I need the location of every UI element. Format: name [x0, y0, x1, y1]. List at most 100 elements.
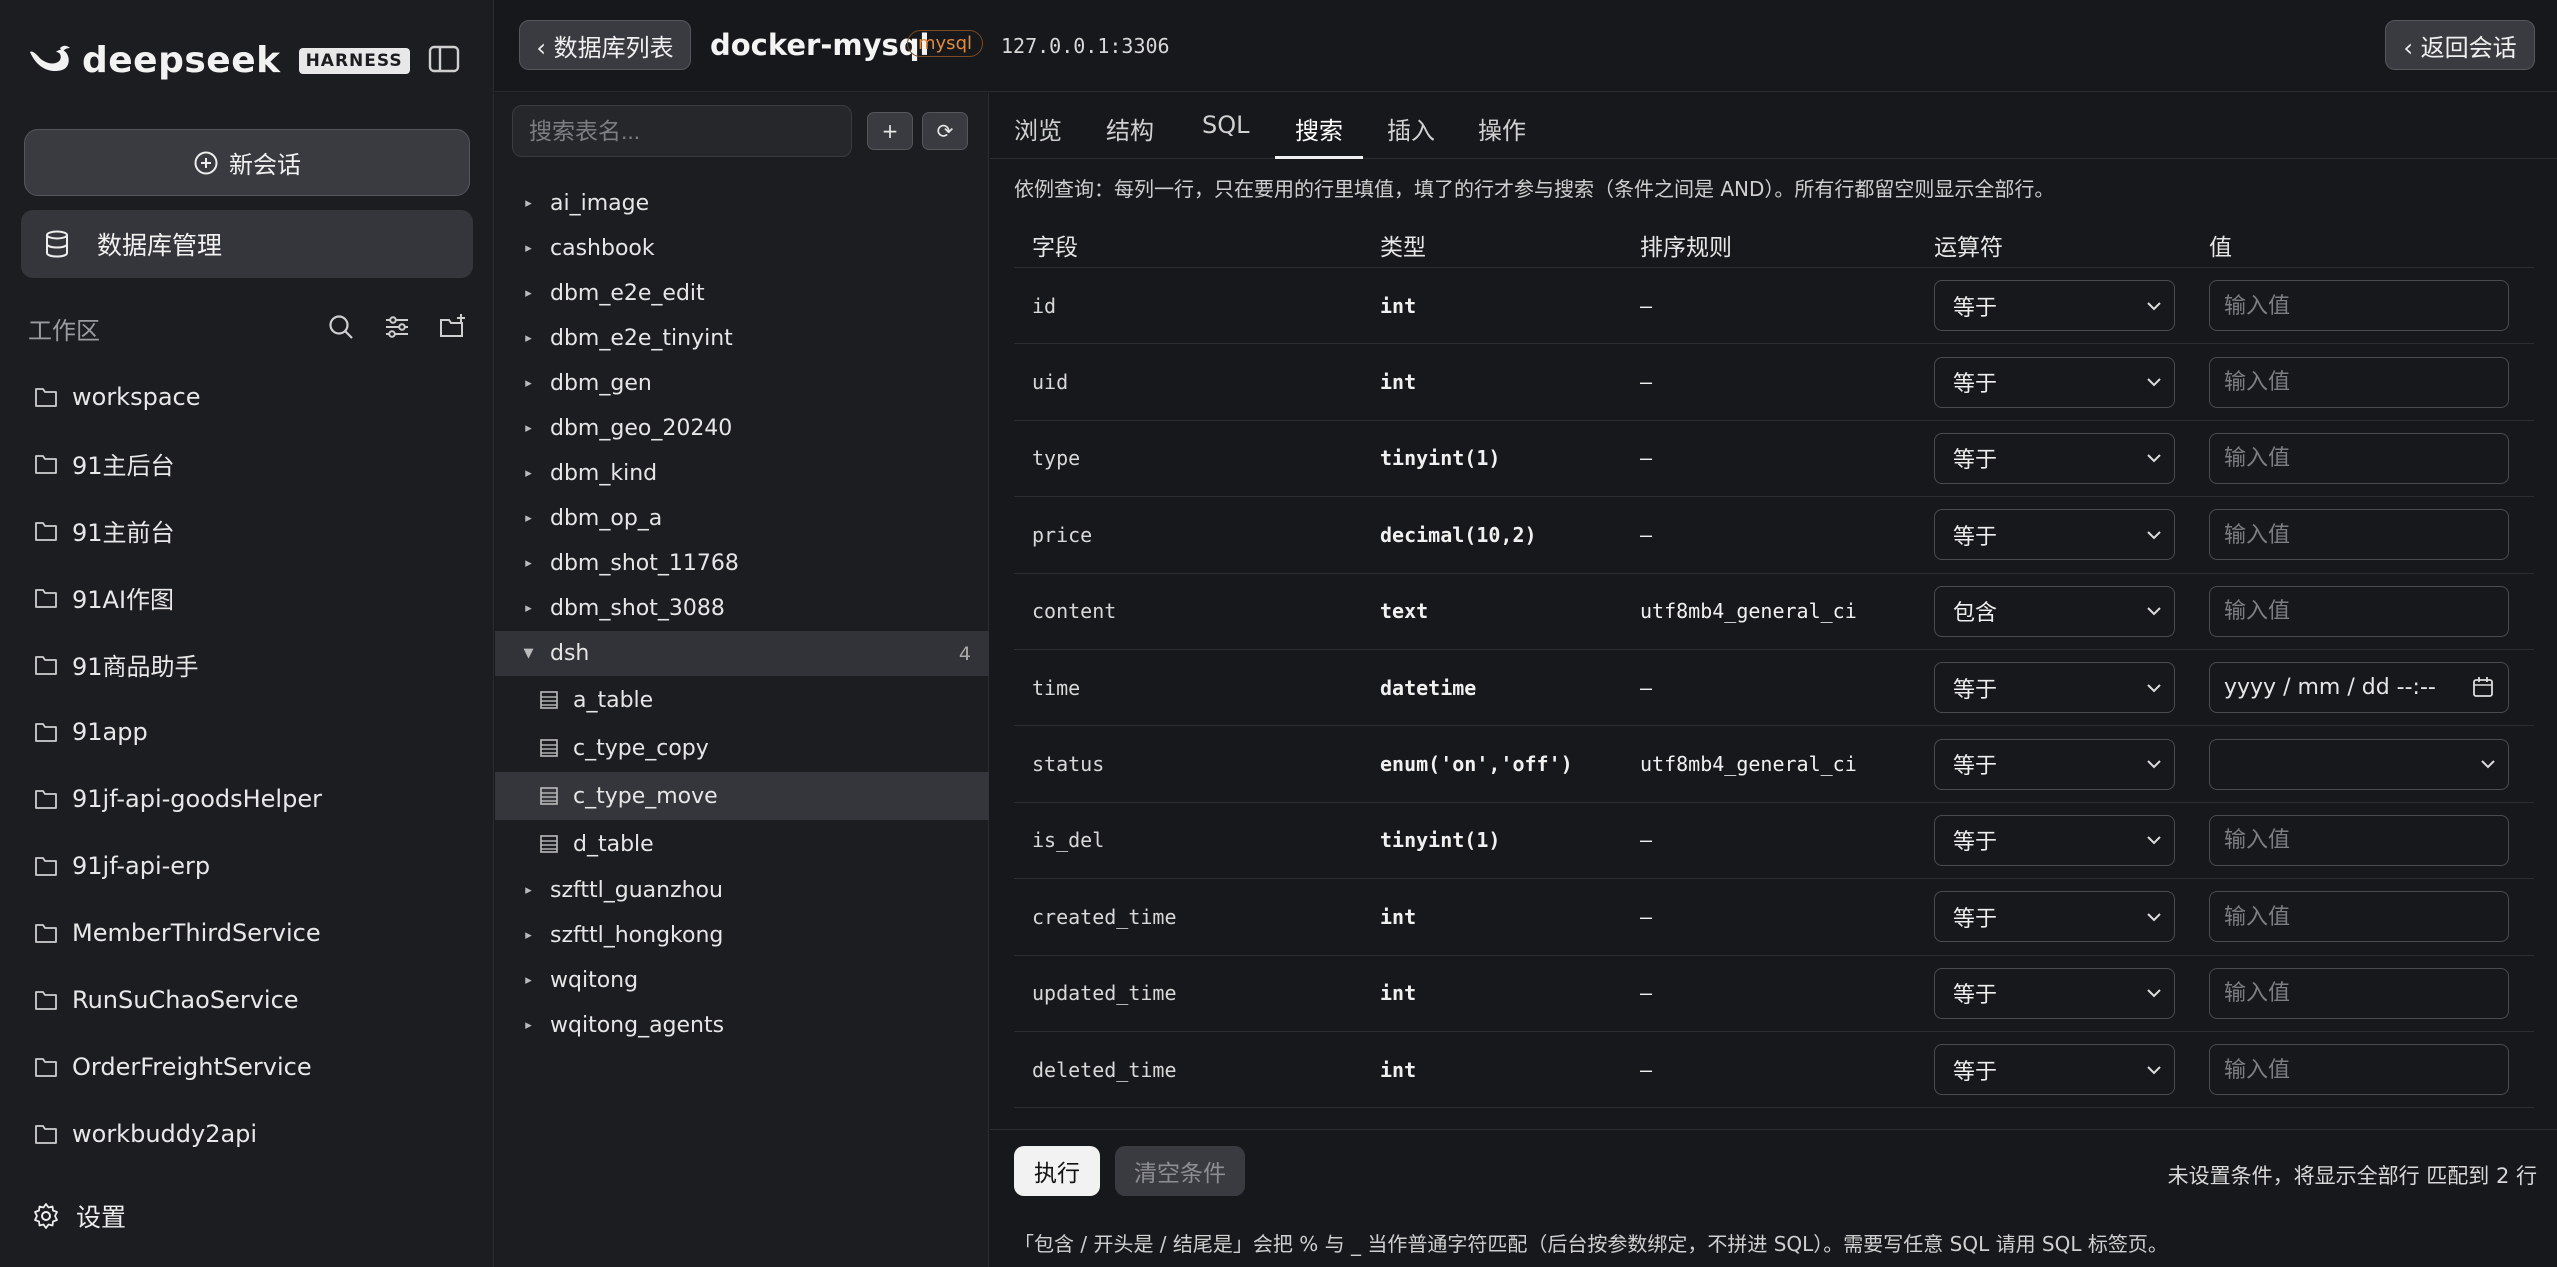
workspace-item[interactable]: OrderFreightService [34, 1033, 322, 1100]
tab-3[interactable]: 搜索 [1275, 111, 1363, 159]
table-item[interactable]: c_type_copy [495, 724, 989, 772]
table-search-input[interactable] [512, 105, 852, 157]
calendar-icon[interactable] [2472, 676, 2494, 698]
database-item[interactable]: ▸ ai_image [495, 181, 989, 226]
value-input[interactable] [2209, 280, 2509, 332]
database-item[interactable]: ▸ szfttl_hongkong [495, 913, 989, 958]
logo-badge: HARNESS [298, 47, 410, 74]
caret-right-icon[interactable]: ▸ [495, 883, 550, 898]
operator-select[interactable]: 等于 [1934, 356, 2175, 408]
sidebar-toggle-icon[interactable] [428, 44, 460, 74]
workspace-item[interactable]: 91商品助手 [34, 631, 322, 698]
search-footnote: 「包含 / 开头是 / 结尾是」会把 % 与 _ 当作普通字符匹配（后台按参数绑… [1014, 1232, 2168, 1256]
caret-right-icon[interactable]: ▸ [495, 511, 550, 526]
value-input[interactable] [2209, 967, 2509, 1019]
value-input[interactable] [2209, 356, 2509, 408]
caret-right-icon[interactable]: ▸ [495, 601, 550, 616]
caret-right-icon[interactable]: ▸ [495, 286, 550, 301]
database-item[interactable]: ▸ dbm_gen [495, 361, 989, 406]
database-item[interactable]: ▸ dbm_e2e_edit [495, 271, 989, 316]
operator-select[interactable]: 等于 [1934, 509, 2175, 561]
database-item[interactable]: ▸ dbm_kind [495, 451, 989, 496]
database-label: dsh [550, 641, 590, 666]
workspace-item[interactable]: 91jf-api-goodsHelper [34, 765, 322, 832]
value-select[interactable] [2209, 738, 2509, 790]
database-item[interactable]: ▸ szfttl_guanzhou [495, 868, 989, 913]
workspace-item[interactable]: 91主前台 [34, 497, 322, 564]
operator-select[interactable]: 包含 [1934, 585, 2175, 637]
database-label: dbm_e2e_edit [550, 281, 705, 306]
caret-down-icon[interactable]: ▼ [495, 646, 550, 661]
database-item[interactable]: ▸ wqitong [495, 958, 989, 1003]
database-item[interactable]: ▸ dbm_shot_11768 [495, 541, 989, 586]
database-item[interactable]: ▸ dbm_shot_3088 [495, 586, 989, 631]
value-input[interactable] [2209, 585, 2509, 637]
top-bar: ‹ 数据库列表 docker-mysql mysql 127.0.0.1:330… [495, 0, 2557, 92]
operator-select[interactable]: 等于 [1934, 891, 2175, 943]
operator-select[interactable]: 等于 [1934, 967, 2175, 1019]
operator-select[interactable]: 等于 [1934, 280, 2175, 332]
operator-select[interactable]: 等于 [1934, 738, 2175, 790]
value-input[interactable] [2209, 891, 2509, 943]
caret-right-icon[interactable]: ▸ [495, 928, 550, 943]
tab-4[interactable]: 插入 [1387, 111, 1435, 159]
operator-select[interactable]: 等于 [1934, 814, 2175, 866]
caret-right-icon[interactable]: ▸ [495, 466, 550, 481]
database-item[interactable]: ▸ dbm_op_a [495, 496, 989, 541]
caret-right-icon[interactable]: ▸ [495, 421, 550, 436]
folder-icon [35, 856, 57, 876]
clear-conditions-button[interactable]: 清空条件 [1115, 1146, 1245, 1196]
tab-2[interactable]: SQL [1202, 111, 1250, 159]
workspace-label: 91商品助手 [72, 653, 199, 681]
tab-1[interactable]: 结构 [1106, 111, 1154, 159]
caret-right-icon[interactable]: ▸ [495, 556, 550, 571]
workspace-item[interactable]: 91app [34, 698, 322, 765]
workspace-item[interactable]: 91jf-api-erp [34, 832, 322, 899]
new-chat-button[interactable]: 新会话 [24, 129, 470, 196]
logo[interactable]: deepseek HARNESS [26, 40, 410, 81]
execute-button[interactable]: 执行 [1014, 1146, 1100, 1196]
workspace-item[interactable]: workbuddy2api [34, 1100, 322, 1167]
refresh-button[interactable]: ⟳ [922, 112, 968, 150]
settings-button[interactable]: 设置 [32, 1198, 126, 1234]
caret-right-icon[interactable]: ▸ [495, 973, 550, 988]
value-input[interactable] [2209, 1044, 2509, 1096]
operator-select[interactable]: 等于 [1934, 432, 2175, 484]
workspace-item[interactable]: 91主后台 [34, 430, 322, 497]
workspace-item[interactable]: RunSuChaoService [34, 966, 322, 1033]
value-input[interactable] [2209, 814, 2509, 866]
field-row: uid int – 等于 [1014, 344, 2534, 421]
database-item[interactable]: ▸ cashbook [495, 226, 989, 271]
caret-right-icon[interactable]: ▸ [495, 1018, 550, 1033]
value-input[interactable] [2209, 509, 2509, 561]
back-to-db-list-button[interactable]: ‹ 数据库列表 [519, 20, 691, 70]
database-item[interactable]: ▸ dbm_geo_20240 [495, 406, 989, 451]
database-item[interactable]: ▸ wqitong_agents [495, 1003, 989, 1048]
caret-right-icon[interactable]: ▸ [495, 376, 550, 391]
tab-5[interactable]: 操作 [1478, 111, 1526, 159]
table-item[interactable]: c_type_move [495, 772, 989, 820]
database-item[interactable]: ▼ dsh 4 [495, 631, 989, 676]
add-table-button[interactable]: + [867, 112, 913, 150]
operator-value: 包含 [1953, 601, 1998, 627]
table-item[interactable]: d_table [495, 820, 989, 868]
operator-select[interactable]: 等于 [1934, 662, 2175, 714]
new-folder-icon[interactable] [438, 312, 468, 342]
workspace-item[interactable]: workspace [34, 363, 322, 430]
operator-select[interactable]: 等于 [1934, 1044, 2175, 1096]
workspace-item[interactable]: 91AI作图 [34, 564, 322, 631]
caret-right-icon[interactable]: ▸ [495, 331, 550, 346]
caret-right-icon[interactable]: ▸ [495, 241, 550, 256]
operator-value: 等于 [1953, 983, 1998, 1009]
datetime-input[interactable]: yyyy / mm / dd --:-- [2209, 662, 2509, 714]
tab-0[interactable]: 浏览 [1014, 111, 1062, 159]
database-manage-item[interactable]: 数据库管理 [21, 210, 473, 278]
search-icon[interactable] [326, 312, 356, 342]
back-to-chat-button[interactable]: ‹ 返回会话 [2385, 20, 2535, 70]
filter-sliders-icon[interactable] [382, 312, 412, 342]
workspace-item[interactable]: MemberThirdService [34, 899, 322, 966]
caret-right-icon[interactable]: ▸ [495, 196, 550, 211]
database-item[interactable]: ▸ dbm_e2e_tinyint [495, 316, 989, 361]
value-input[interactable] [2209, 432, 2509, 484]
table-item[interactable]: a_table [495, 676, 989, 724]
